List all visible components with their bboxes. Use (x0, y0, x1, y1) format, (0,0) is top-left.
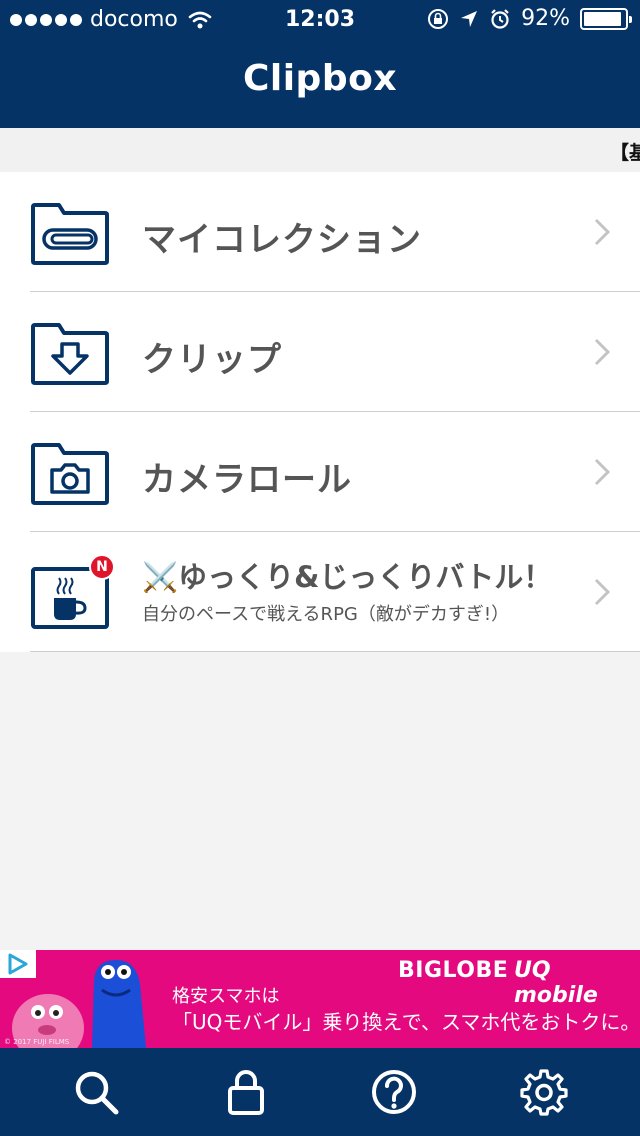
promo-subtitle: 自分のペースで戦えるRPG（敵がデカすぎ!） (142, 604, 510, 625)
header-bar: docomo 12:03 92% Clipbox (0, 0, 640, 128)
menu-item-clip[interactable]: クリップ (0, 292, 640, 412)
menu-item-camera-roll[interactable]: カメラロール (0, 412, 640, 532)
chevron-right-icon (594, 218, 610, 246)
mascot-characters-icon (12, 960, 146, 1048)
new-badge: N (89, 554, 115, 580)
ad-banner[interactable]: BIGLOBE UQ mobile 格安スマホは 「UQモバイル」乗り換えで、ス… (0, 950, 640, 1048)
ticker-text: 【基 (610, 142, 640, 164)
battery-fill (584, 11, 621, 26)
chevron-right-icon (594, 338, 610, 366)
search-icon[interactable] (72, 1068, 120, 1116)
ad-text-line2: 「UQモバイル」乗り換えで、スマホ代をおトクに。 (172, 1010, 640, 1034)
lock-icon[interactable] (222, 1068, 270, 1116)
menu-label: マイコレクション (142, 220, 422, 260)
chevron-right-icon (594, 578, 610, 606)
folder-download-icon (31, 323, 109, 385)
menu-label: カメラロール (142, 460, 352, 500)
promo-title: ⚔️ゆっくり&じっくりバトル！ (142, 560, 553, 594)
alarm-icon (491, 8, 509, 29)
status-bar: docomo 12:03 92% (0, 0, 640, 40)
gear-icon[interactable] (520, 1068, 568, 1116)
chevron-right-icon (594, 458, 610, 486)
folder-paperclip-icon (31, 203, 109, 265)
status-right: 92% (427, 6, 632, 31)
row-divider (30, 651, 640, 652)
menu-label: クリップ (142, 340, 282, 380)
ad-brand-uqmobile: UQ mobile (514, 958, 598, 1008)
battery-percent: 92% (521, 6, 570, 31)
ad-copyright: © 2017 FUJI FILMS (4, 1038, 70, 1046)
menu-list: マイコレクション クリップ カメラロール N ⚔️ゆっくり&じっくりバトル！ 自… (0, 172, 640, 652)
rotation-lock-icon (428, 8, 449, 29)
location-arrow-icon (461, 10, 478, 27)
help-icon[interactable] (370, 1068, 418, 1116)
folder-camera-icon (31, 443, 109, 505)
ad-text-line1: 格安スマホは (172, 986, 280, 1007)
menu-item-promo-game[interactable]: N ⚔️ゆっくり&じっくりバトル！ 自分のペースで戦えるRPG（敵がデカすぎ!） (0, 532, 640, 652)
menu-item-my-collection[interactable]: マイコレクション (0, 172, 640, 292)
ad-brand-biglobe: BIGLOBE (398, 958, 509, 983)
battery-icon (580, 7, 632, 30)
bottom-tab-bar (0, 1048, 640, 1136)
page-title: Clipbox (242, 58, 398, 99)
news-ticker[interactable]: 【基 (0, 128, 640, 172)
